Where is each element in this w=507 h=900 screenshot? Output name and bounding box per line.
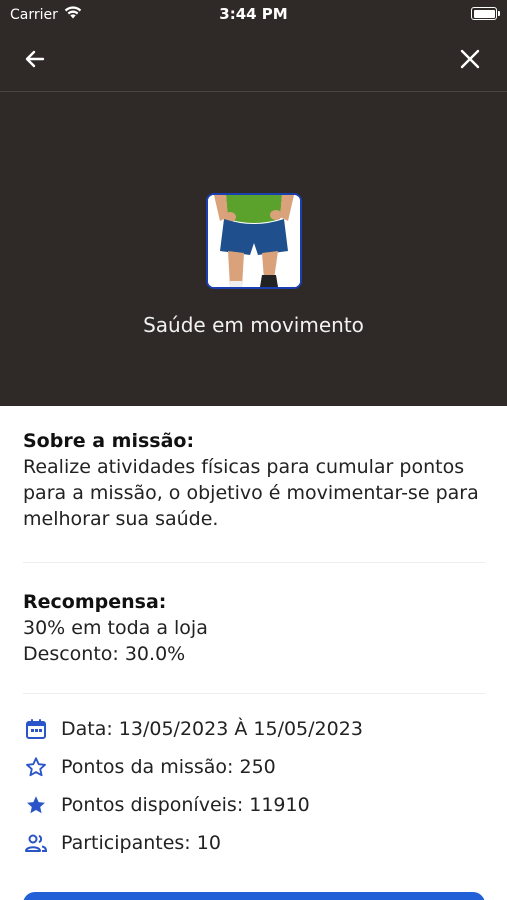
date-text: Data: 13/05/2023 À 15/05/2023 — [61, 718, 363, 740]
reward-line-1: 30% em toda a loja — [23, 617, 208, 639]
reward-heading: Recompensa: — [23, 591, 167, 613]
close-button[interactable] — [455, 44, 485, 74]
star-outline-icon — [23, 754, 49, 780]
status-time: 3:44 PM — [219, 5, 288, 23]
status-bar: Carrier 3:44 PM — [0, 0, 507, 30]
calendar-icon — [23, 716, 49, 742]
mission-points-row: Pontos da missão: 250 — [23, 748, 485, 786]
reward-section: Recompensa: 30% em toda a loja Desconto:… — [23, 589, 485, 667]
mission-title: Saúde em movimento — [143, 313, 364, 337]
close-icon — [460, 49, 480, 69]
participants-row: Participantes: 10 — [23, 824, 485, 862]
about-section: Sobre a missão: Realize atividades físic… — [23, 428, 485, 536]
divider — [23, 562, 485, 563]
details-list: Data: 13/05/2023 À 15/05/2023 Pontos da … — [23, 710, 485, 862]
available-points-row: Pontos disponíveis: 11910 — [23, 786, 485, 824]
divider — [23, 693, 485, 694]
about-heading: Sobre a missão: — [23, 430, 195, 452]
people-icon — [23, 830, 49, 856]
mission-header: Carrier 3:44 PM Saúde em movimento — [0, 0, 507, 406]
available-points-text: Pontos disponíveis: 11910 — [61, 794, 310, 816]
arrow-left-icon — [25, 50, 45, 68]
reward-line-2: Desconto: 30.0% — [23, 643, 186, 665]
date-row: Data: 13/05/2023 À 15/05/2023 — [23, 710, 485, 748]
battery-icon — [471, 7, 500, 20]
star-filled-icon — [23, 792, 49, 818]
about-text: Realize atividades físicas para cumular … — [23, 456, 479, 530]
nav-bar — [0, 30, 507, 92]
mission-points-text: Pontos da missão: 250 — [61, 756, 276, 778]
mission-image — [206, 193, 302, 289]
participants-text: Participantes: 10 — [61, 832, 221, 854]
join-mission-button[interactable] — [23, 892, 485, 900]
mission-details: Sobre a missão: Realize atividades físic… — [23, 428, 485, 862]
back-button[interactable] — [20, 44, 50, 74]
